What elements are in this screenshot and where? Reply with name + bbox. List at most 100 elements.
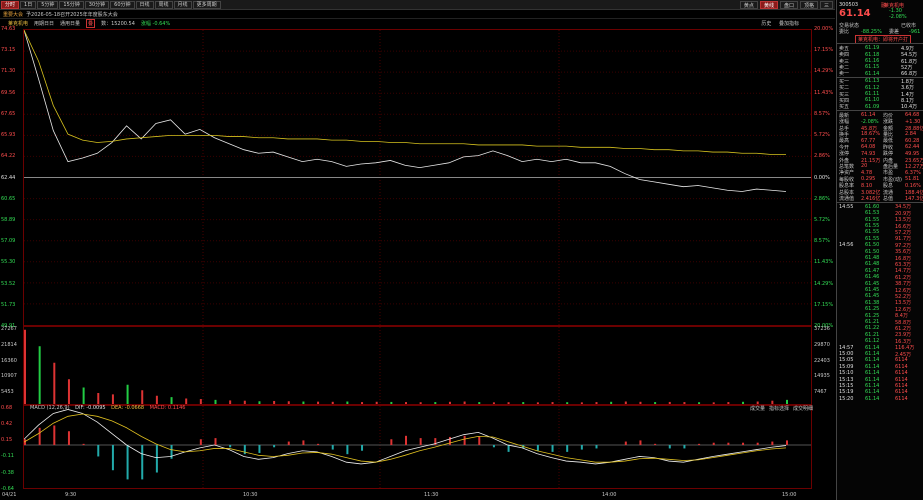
time-axis-label: 14:00: [602, 492, 617, 498]
volume-bar: [624, 401, 627, 404]
tick-price: 61.14: [865, 344, 880, 351]
macd-bar: [639, 440, 642, 445]
macd-bar: [419, 438, 422, 445]
volume-bar: [38, 346, 41, 404]
volume-axis-label: 21814: [1, 341, 17, 348]
period-tab[interactable]: 60分钟: [110, 0, 135, 9]
tick-row: 15:10 61.14 6114: [839, 370, 921, 376]
macd-bar: [97, 444, 100, 457]
period-tab[interactable]: 15分钟: [59, 0, 84, 9]
macd-chart[interactable]: [23, 405, 812, 489]
tick-row: 15:13 61.14 6114: [839, 377, 921, 383]
macd-bar: [698, 443, 701, 445]
volume-chart[interactable]: [23, 326, 812, 405]
volume-bar: [712, 402, 715, 404]
volume-tab[interactable]: 成交量: [750, 406, 765, 412]
macd-bar: [258, 444, 261, 454]
tick-price: 61.14: [865, 383, 880, 389]
period-tab[interactable]: 日线: [135, 0, 154, 9]
toolbar-right-button[interactable]: 黄线: [759, 1, 778, 9]
tick-price: 61.46: [865, 274, 880, 281]
volume-bar: [419, 402, 422, 404]
toolbar-right-button[interactable]: 黄点: [739, 1, 758, 9]
macd-bar: [492, 444, 495, 448]
tick-price: 61.45: [865, 293, 880, 300]
bid-price: 61.09: [865, 103, 880, 110]
period-tab[interactable]: 更多周期: [192, 0, 221, 9]
price-axis-label: 58.89: [1, 216, 16, 223]
stat-value: 61.14: [861, 112, 876, 119]
period-tab[interactable]: 30分钟: [84, 0, 110, 9]
stat-value: 20: [861, 163, 868, 170]
stat-row: 换手 18.67% 量比 2.84: [839, 131, 921, 138]
volume-bar: [536, 402, 539, 404]
macd-bar: [273, 444, 276, 448]
tick-price: 61.50: [865, 242, 880, 249]
volume-bar: [126, 384, 129, 404]
volume-bar: [566, 402, 569, 404]
tick-time: 15:10: [839, 370, 854, 377]
tick-price: 61.21: [865, 319, 880, 325]
volume-bar: [522, 402, 525, 404]
volume-tab[interactable]: 成交明细: [793, 406, 813, 412]
bid-row: 买五 61.09 10.4万: [839, 103, 921, 111]
macd-bar: [53, 425, 56, 445]
macd-bar: [346, 444, 349, 455]
period-tab[interactable]: 月线: [173, 0, 192, 9]
last-price: 61.14: [839, 8, 871, 20]
toolbar-right-button[interactable]: 三: [819, 1, 833, 9]
tick-time: 14:57: [839, 344, 854, 351]
legend-right[interactable]: 历史 叠加指标: [761, 20, 805, 27]
price-axis-label: 55.30: [1, 259, 16, 266]
macd-legend: MACD (12,26,9) DIF: -0.0095 DEA: -0.0668…: [30, 405, 185, 411]
volume-bar: [199, 399, 202, 404]
period-tab[interactable]: 1日: [20, 0, 37, 9]
stat-value: 62.44: [905, 144, 920, 151]
toolbar-right: 黄点 黄线 盘口 顶格三: [738, 1, 833, 9]
notice-bar[interactable]: 重要大会 予2026-05-18召开2025年年度股东大会: [0, 10, 835, 19]
volume-tab[interactable]: 指标选择: [769, 406, 789, 412]
macd-bar: [82, 443, 85, 445]
tick-price: 61.55: [865, 235, 880, 242]
period-tab[interactable]: 分时: [1, 0, 20, 9]
tick-price: 61.14: [865, 395, 880, 402]
volume-bar: [478, 402, 481, 404]
stat-value: 64.08: [861, 144, 876, 151]
tick-price: 61.55: [865, 223, 880, 229]
volume-bar: [434, 402, 437, 404]
price-chart[interactable]: [23, 29, 812, 326]
macd-bar: [742, 442, 745, 445]
volume-bar: [331, 401, 334, 404]
volume-bar: [580, 402, 583, 404]
macd-bar: [683, 444, 686, 449]
tick-price: 61.14: [865, 357, 880, 364]
tick-price: 61.25: [865, 312, 880, 319]
price-axis-label: 51.73: [1, 301, 16, 308]
stat-value: 67.77: [861, 137, 876, 144]
tick-volume: 6114: [895, 395, 908, 402]
toolbar-right-button[interactable]: 盘口: [779, 1, 798, 9]
ask-price: 61.16: [865, 58, 880, 64]
macd-bar: [317, 443, 320, 445]
volPanel-svg: [24, 327, 788, 404]
volume-bar: [302, 401, 305, 404]
period-tab[interactable]: 周线: [154, 0, 173, 9]
volume-bar: [82, 387, 85, 404]
tick-row: 61.25 12.6万: [839, 306, 921, 313]
pct-axis-label: 20.00%: [814, 26, 834, 32]
overlay-link[interactable]: 叠加指标: [779, 21, 799, 27]
macd-bar: [390, 439, 393, 445]
pct-axis-label: 5.72%: [814, 132, 830, 139]
history-link[interactable]: 历史: [761, 21, 771, 27]
macd-bar: [654, 443, 657, 445]
legend-b: 通用日量: [60, 21, 81, 27]
notice-text: 予2026-05-18召开2025年年度股东大会: [26, 11, 118, 18]
macd-bar: [141, 444, 144, 480]
period-tab[interactable]: 5分钟: [37, 0, 59, 9]
tick-price: 61.38: [865, 299, 880, 306]
volume-tabs[interactable]: 成交量 指标选择 成交明细: [750, 405, 817, 412]
volume-bar: [346, 401, 349, 404]
volume-bar: [742, 401, 745, 404]
toolbar-right-button[interactable]: 顶格: [799, 1, 818, 9]
tick-volume: 6114: [895, 383, 908, 389]
